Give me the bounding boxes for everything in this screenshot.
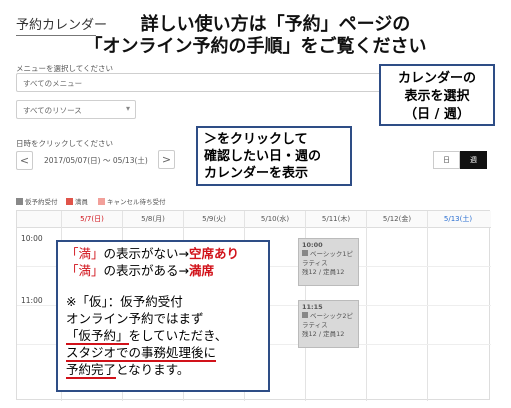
column-divider xyxy=(366,211,367,401)
slot-seats: 残12 / 定員12 xyxy=(302,330,345,338)
callout-line: 「満」の表示がない→空席あり xyxy=(66,246,240,261)
callout-text: 表示を選択 xyxy=(404,89,470,104)
slot-name: ベーシック2ピ xyxy=(310,312,354,320)
callout-line: 「仮予約」をしていただき、 xyxy=(66,328,228,345)
full-icon xyxy=(66,197,73,205)
class-slot[interactable]: 11:15 ベーシック2ピ ラティス 残12 / 定員12 xyxy=(298,300,359,348)
column-divider xyxy=(427,211,428,401)
callout-text: ＞をクリックして xyxy=(204,132,308,147)
slot-seats: 残12 / 定員12 xyxy=(302,268,345,276)
menu-select-value: すべてのメニュー xyxy=(23,79,83,88)
slot-name-2: ラティス xyxy=(302,321,328,329)
date-select-label: 日時をクリックしてください xyxy=(16,139,114,148)
slot-time: 11:15 xyxy=(302,303,323,311)
view-day-button[interactable]: 日 xyxy=(433,151,460,169)
legend-label: 仮予約受付 xyxy=(25,198,58,206)
headline-line-1: 詳しい使い方は「予約」ページの xyxy=(140,14,411,35)
callout-text: カレンダーの xyxy=(397,71,476,86)
view-select-callout: カレンダーの 表示を選択 （日 / 週） xyxy=(379,64,495,126)
waitlist-icon xyxy=(98,197,105,205)
callout-spacer xyxy=(66,279,260,293)
slot-name: ベーシック1ピ xyxy=(310,250,354,258)
callout-line: 「満」の表示がある→満席 xyxy=(66,263,215,278)
callout-line: 予約完了となります。 xyxy=(66,362,190,379)
legend-label: キャンセル待ち受付 xyxy=(107,198,166,206)
date-range: 2017/05/07(日) ～ 05/13(土) xyxy=(44,156,148,165)
callout-text: カレンダーを表示 xyxy=(204,166,309,181)
view-week-button[interactable]: 週 xyxy=(460,151,487,169)
next-week-button[interactable]: > xyxy=(158,150,175,169)
slot-time: 10:00 xyxy=(302,241,323,249)
resource-select-value: すべてのリソース xyxy=(23,106,82,115)
page: 予約カレンダー 詳しい使い方は「予約」ページの 「オンライン予約の手順」をご覧く… xyxy=(0,0,511,408)
day-header[interactable]: 5/13(土) xyxy=(433,214,483,224)
day-header[interactable]: 5/10(水) xyxy=(250,214,300,224)
tentative-icon xyxy=(302,250,308,256)
legend-item: 仮予約受付 xyxy=(16,196,58,206)
time-label: 11:00 xyxy=(21,296,43,305)
slot-name-2: ラティス xyxy=(302,259,328,267)
instruction-headline: 詳しい使い方は「予約」ページの 「オンライン予約の手順」をご覧ください xyxy=(0,14,511,58)
callout-line: オンライン予約ではまず xyxy=(66,311,204,326)
callout-text: 確認したい日・週の xyxy=(204,149,322,164)
legend-label: 満員 xyxy=(75,198,88,206)
callout-line: スタジオでの事務処理後に xyxy=(66,345,217,362)
day-header[interactable]: 5/7(日) xyxy=(67,214,117,224)
date-nav-callout: ＞をクリックして 確認したい日・週の カレンダーを表示 xyxy=(196,126,352,186)
legend-item: 満員 xyxy=(66,196,88,206)
day-header[interactable]: 5/9(火) xyxy=(189,214,239,224)
tentative-icon xyxy=(16,197,23,205)
callout-text: （日 / 週） xyxy=(404,107,470,122)
legend-item: キャンセル待ち受付 xyxy=(98,196,166,206)
tentative-icon xyxy=(302,312,308,318)
callout-line: ※「仮」：仮予約受付 xyxy=(66,294,183,309)
prev-week-button[interactable]: < xyxy=(16,151,33,170)
time-label: 10:00 xyxy=(21,234,43,243)
availability-callout: 「満」の表示がない→空席あり 「満」の表示がある→満席 ※「仮」：仮予約受付 オ… xyxy=(56,240,270,392)
day-header[interactable]: 5/12(金) xyxy=(372,214,422,224)
headline-line-2: 「オンライン予約の手順」をご覧ください xyxy=(84,36,427,57)
day-header[interactable]: 5/11(木) xyxy=(311,214,361,224)
class-slot[interactable]: 10:00 ベーシック1ピ ラティス 残12 / 定員12 xyxy=(298,238,359,286)
day-header[interactable]: 5/8(月) xyxy=(128,214,178,224)
chevron-down-icon: ▾ xyxy=(125,104,130,113)
resource-select[interactable]: すべてのリソース ▾ xyxy=(16,100,136,119)
